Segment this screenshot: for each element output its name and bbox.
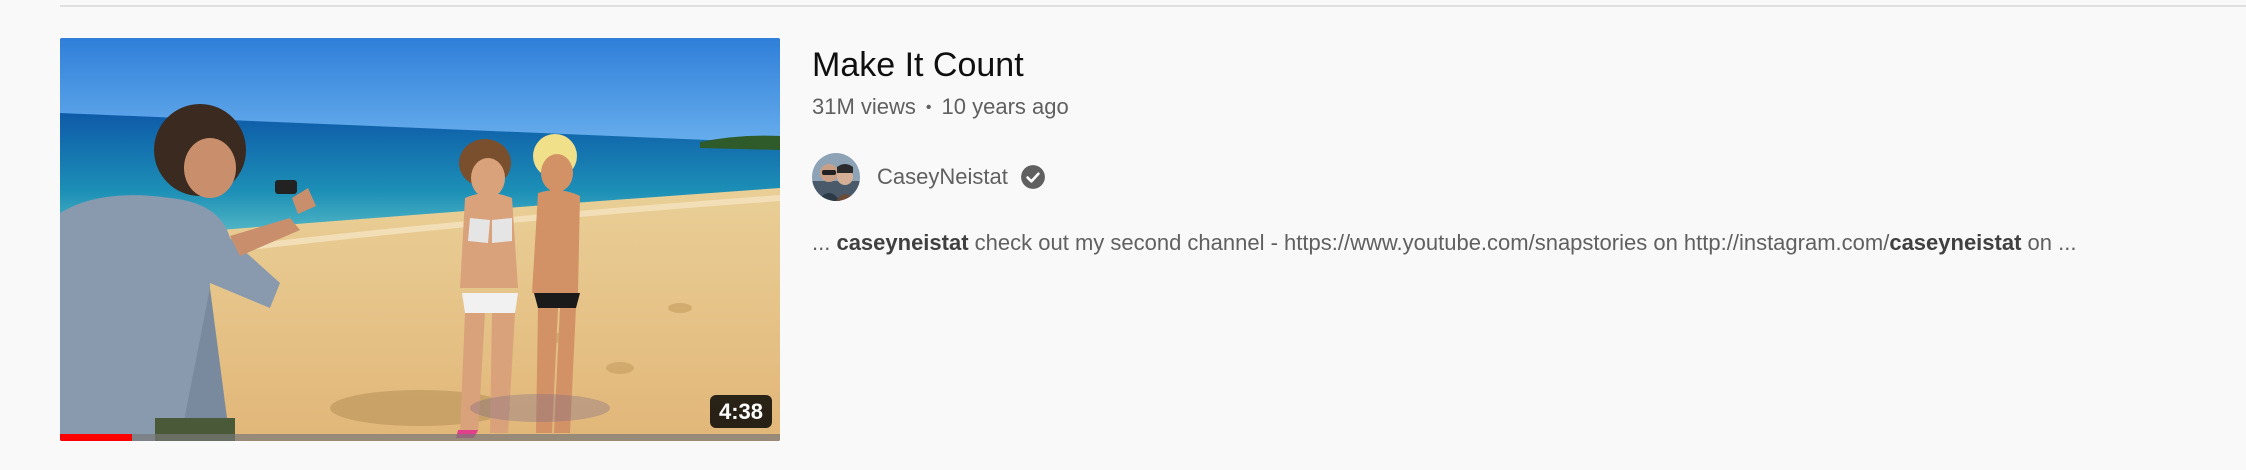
channel-avatar[interactable] [812,153,860,201]
video-metadata: 31M views • 10 years ago [812,92,2232,123]
video-info: Make It Count 31M views • 10 years ago Cas… [812,38,2232,259]
video-thumbnail[interactable]: 4:38 [60,38,780,441]
upload-age: 10 years ago [941,94,1069,119]
beach-photo-thumbnail [60,38,780,441]
video-title[interactable]: Make It Count [812,42,2232,88]
duration-badge: 4:38 [709,395,772,428]
channel-link[interactable]: CaseyNeistat [812,153,2232,201]
avatar-image [812,153,860,201]
verified-check-icon [1020,165,1045,189]
channel-name[interactable]: CaseyNeistat [877,164,1008,190]
view-count: 31M views [812,94,916,119]
video-result[interactable]: 4:38 Make It Count 31M views • 10 years ag… [60,38,2246,441]
top-divider [60,5,2246,7]
snippet-highlight: caseyneistat [1889,230,2022,255]
description-snippet: ... caseyneistat check out my second cha… [812,227,2232,259]
snippet-text: on ... [2021,230,2077,255]
snippet-highlight: caseyneistat [836,230,969,255]
snippet-text: check out my second channel - https://ww… [968,230,1890,255]
watch-progress-fill [60,434,132,441]
meta-separator: • [925,99,932,116]
watch-progress-track [60,434,780,441]
snippet-text: ... [812,230,837,255]
